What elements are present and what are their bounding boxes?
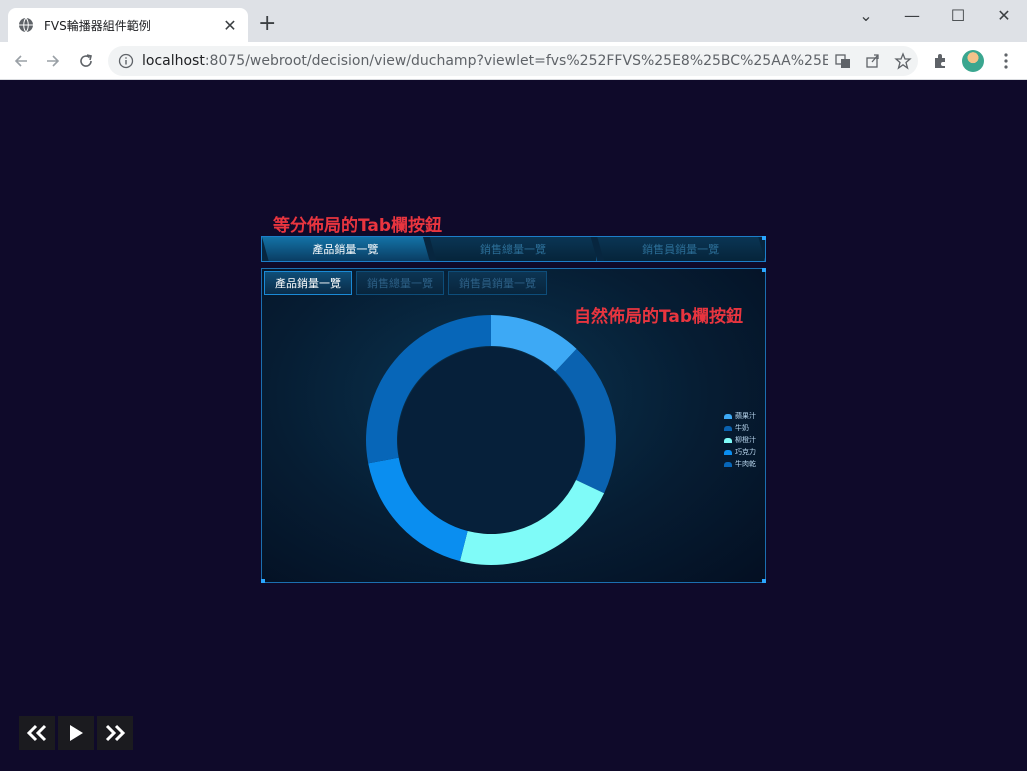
globe-icon bbox=[19, 17, 33, 33]
natural-layout-annotation: 自然佈局的Tab欄按鈕 bbox=[574, 307, 744, 327]
legend-item[interactable]: 牛奶 bbox=[724, 422, 756, 434]
share-icon[interactable] bbox=[864, 52, 882, 70]
equal-layout-tab-bar: 產品銷量一覽 銷售總量一覽 銷售員銷量一覽 bbox=[261, 236, 766, 262]
browser-tab-title: FVS輪播器組件範例 bbox=[44, 18, 151, 33]
rewind-icon bbox=[26, 724, 47, 742]
maximize-icon[interactable]: ☐ bbox=[935, 6, 981, 25]
legend-swatch bbox=[724, 437, 732, 443]
carousel-playback-controls bbox=[19, 716, 133, 750]
legend-item[interactable]: 蘋果汁 bbox=[724, 410, 756, 422]
legend-swatch bbox=[724, 413, 732, 419]
url-text: localhost:8075/webroot/decision/view/duc… bbox=[142, 53, 828, 69]
new-tab-icon[interactable]: + bbox=[258, 12, 276, 36]
donut-hole bbox=[398, 347, 584, 533]
extensions-icon[interactable] bbox=[929, 50, 951, 72]
play-icon bbox=[70, 725, 83, 741]
legend-swatch bbox=[724, 461, 732, 467]
legend-label: 蘋果汁 bbox=[735, 412, 756, 420]
reload-icon[interactable] bbox=[74, 49, 98, 73]
address-bar[interactable]: localhost:8075/webroot/decision/view/duc… bbox=[108, 46, 918, 76]
legend-swatch bbox=[724, 449, 732, 455]
forward-icon[interactable] bbox=[41, 49, 65, 73]
legend-label: 柳橙汁 bbox=[735, 436, 756, 444]
frame-corner bbox=[261, 579, 265, 583]
back-icon[interactable] bbox=[9, 49, 33, 73]
browser-toolbar: localhost:8075/webroot/decision/view/duc… bbox=[0, 42, 1027, 80]
info-icon[interactable] bbox=[118, 53, 134, 69]
more-menu-icon[interactable] bbox=[995, 50, 1017, 72]
translate-icon[interactable] bbox=[834, 52, 852, 70]
avatar[interactable] bbox=[962, 50, 984, 72]
tab-close-icon[interactable]: ✕ bbox=[222, 16, 238, 35]
outer-tab-product-sales[interactable]: 產品銷量一覽 bbox=[262, 237, 430, 261]
browser-tab-strip: FVS輪播器組件範例 ✕ + ⌄ — ☐ ✕ bbox=[0, 0, 1027, 42]
fast-forward-button[interactable] bbox=[97, 716, 133, 750]
outer-tab-total-sales[interactable]: 銷售總量一覽 bbox=[429, 237, 598, 261]
chart-legend: 蘋果汁牛奶柳橙汁巧克力牛肉乾 bbox=[724, 410, 756, 470]
chevron-down-icon[interactable]: ⌄ bbox=[843, 6, 889, 25]
legend-label: 牛奶 bbox=[735, 424, 749, 432]
equal-layout-annotation: 等分佈局的Tab欄按鈕 bbox=[273, 216, 443, 236]
legend-item[interactable]: 牛肉乾 bbox=[724, 458, 756, 470]
frame-corner bbox=[762, 268, 766, 272]
legend-label: 巧克力 bbox=[735, 448, 756, 456]
rewind-button[interactable] bbox=[19, 716, 55, 750]
legend-item[interactable]: 巧克力 bbox=[724, 446, 756, 458]
fast-forward-icon bbox=[105, 724, 126, 742]
outer-tab-salesperson-sales[interactable]: 銷售員銷量一覽 bbox=[597, 237, 766, 261]
close-icon[interactable]: ✕ bbox=[981, 6, 1027, 25]
legend-swatch bbox=[724, 425, 732, 431]
minimize-icon[interactable]: — bbox=[889, 6, 935, 25]
play-button[interactable] bbox=[58, 716, 94, 750]
frame-corner bbox=[762, 236, 766, 240]
browser-tab[interactable]: FVS輪播器組件範例 ✕ bbox=[8, 8, 248, 42]
frame-corner bbox=[762, 579, 766, 583]
legend-item[interactable]: 柳橙汁 bbox=[724, 434, 756, 446]
bookmark-star-icon[interactable] bbox=[894, 52, 912, 70]
legend-label: 牛肉乾 bbox=[735, 460, 756, 468]
